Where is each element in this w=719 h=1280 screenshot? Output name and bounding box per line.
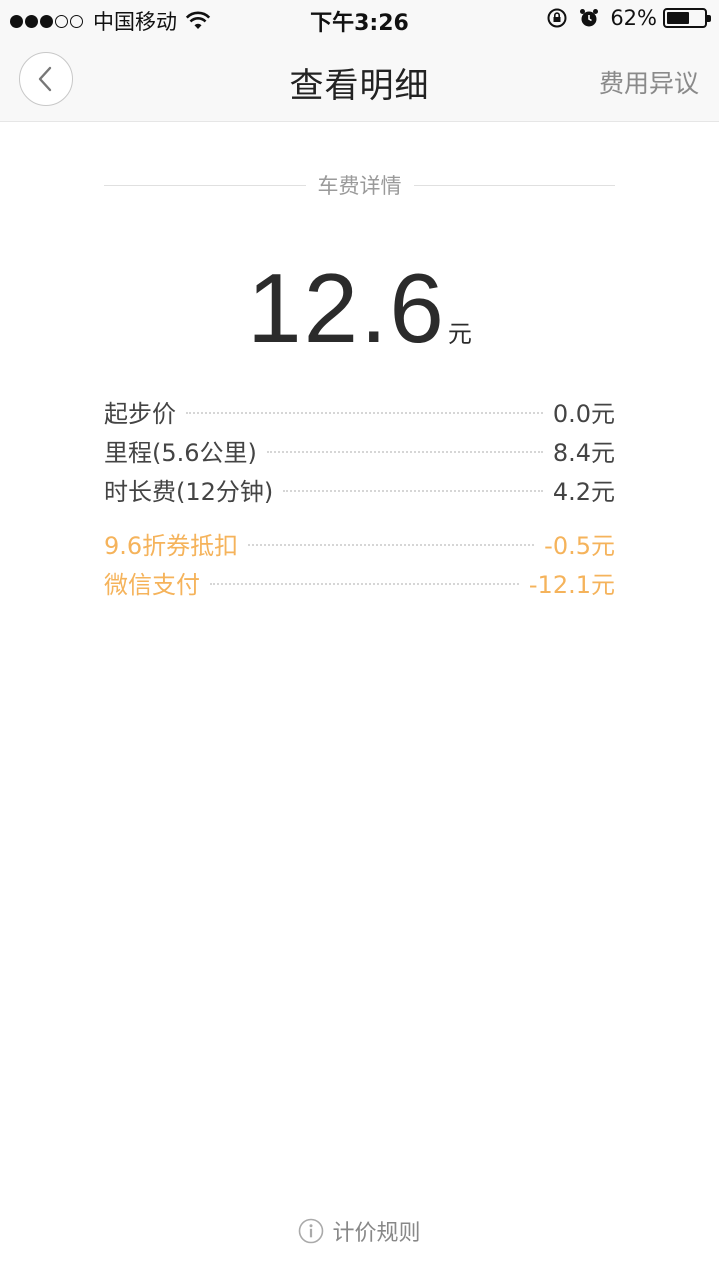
alarm-clock-icon	[580, 9, 599, 27]
dotted-leader	[248, 543, 535, 546]
battery-percent: 62%	[610, 6, 657, 30]
orientation-lock-icon	[547, 8, 567, 28]
section-title: 车费详情	[317, 174, 402, 198]
divider	[104, 184, 306, 186]
fare-label: 里程(5.6公里)	[104, 439, 257, 467]
status-bar: 中国移动 下午3:26 62%	[0, 0, 719, 40]
deduction-label: 9.6折券抵扣	[104, 532, 239, 560]
section-header: 车费详情	[104, 172, 615, 198]
fare-label: 起步价	[104, 400, 176, 428]
fare-total: 12.6元	[0, 252, 719, 365]
fee-dispute-link[interactable]: 费用异议	[599, 64, 699, 100]
fare-label: 时长费(12分钟)	[104, 478, 274, 506]
info-icon	[299, 1218, 324, 1244]
deduction-row: 微信支付 -12.1元	[104, 563, 615, 602]
fare-value: 4.2元	[552, 478, 615, 506]
fare-row: 起步价 0.0元	[104, 392, 615, 431]
deduction-value: -0.5元	[544, 532, 615, 560]
fare-value: 8.4元	[552, 439, 615, 467]
deduction-row: 9.6折券抵扣 -0.5元	[104, 524, 615, 563]
fare-row: 里程(5.6公里) 8.4元	[104, 431, 615, 470]
total-unit: 元	[447, 320, 472, 348]
fare-breakdown: 起步价 0.0元 里程(5.6公里) 8.4元 时长费(12分钟) 4.2元 9…	[104, 392, 615, 602]
pricing-rules-link[interactable]: 计价规则	[0, 1215, 719, 1247]
dotted-leader	[283, 489, 543, 492]
deduction-value: -12.1元	[528, 571, 615, 599]
total-amount: 12.6	[247, 253, 446, 363]
dotted-leader	[210, 582, 519, 585]
status-right: 62%	[536, 6, 711, 30]
fare-row: 时长费(12分钟) 4.2元	[104, 470, 615, 509]
deduction-label: 微信支付	[104, 571, 200, 599]
nav-bar: 查看明细 费用异议	[0, 40, 719, 122]
dotted-leader	[266, 450, 543, 453]
dotted-leader	[186, 411, 543, 414]
fare-value: 0.0元	[552, 400, 615, 428]
divider	[413, 184, 615, 186]
battery-icon	[663, 8, 711, 28]
pricing-rules-label: 计价规则	[332, 1221, 421, 1246]
